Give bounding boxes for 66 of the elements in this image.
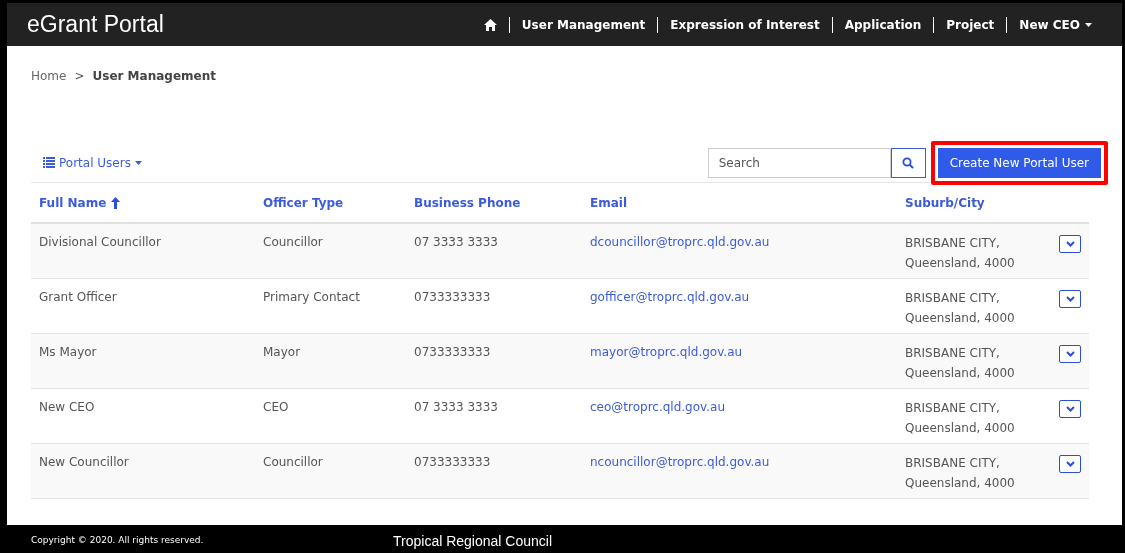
breadcrumb-link[interactable]: Home xyxy=(31,67,67,85)
table-cell: 07 3333 3333 xyxy=(414,235,498,249)
table-cell-text: BRISBANE CITY, xyxy=(905,290,1001,307)
row-actions-button[interactable] xyxy=(1059,455,1081,473)
nav-link[interactable]: Expression of Interest xyxy=(670,15,820,34)
copyright-text: Copyright © 2020. All rights reserved. xyxy=(31,533,205,547)
search-field[interactable]: Search xyxy=(707,147,891,178)
table-cell-text: Queensland, 4000 xyxy=(905,420,1016,437)
table-cell: 0733333333 xyxy=(414,455,491,469)
nav-link[interactable]: User Management xyxy=(521,15,646,34)
search-button[interactable] xyxy=(890,147,926,178)
list-icon xyxy=(43,157,55,168)
row-actions-button[interactable] xyxy=(1059,290,1081,308)
table-cell: Grant Officer xyxy=(39,290,117,304)
table-cell: CEO xyxy=(263,400,289,414)
email-link[interactable]: dcouncillor@troprc.qld.gov.au xyxy=(590,235,770,249)
table-cell: 0733333333 xyxy=(414,290,491,304)
chevron-down-icon xyxy=(1065,406,1075,412)
nav-link[interactable]: Application xyxy=(844,15,922,34)
breadcrumb-separator: > xyxy=(74,68,85,85)
table-cell: New Councillor xyxy=(39,455,129,469)
table-cell: Councillor xyxy=(263,455,323,469)
column-header[interactable]: Suburb/City xyxy=(905,193,985,212)
row-actions-button[interactable] xyxy=(1059,345,1081,363)
table-cell: 0733333333 xyxy=(414,345,491,359)
table-cell-text: BRISBANE CITY, xyxy=(905,455,1001,472)
user-menu[interactable]: New CEO xyxy=(1019,15,1092,34)
row-actions-button[interactable] xyxy=(1059,400,1081,418)
table-cell-text: Queensland, 4000 xyxy=(905,365,1016,382)
chevron-down-icon xyxy=(1065,296,1075,302)
home-link[interactable] xyxy=(483,18,497,31)
caret-icon xyxy=(134,160,142,165)
table-cell-text: Queensland, 4000 xyxy=(905,255,1016,272)
email-link[interactable]: ncouncillor@troprc.qld.gov.au xyxy=(590,455,770,469)
home-icon xyxy=(483,18,497,31)
email-link[interactable]: ceo@troprc.qld.gov.au xyxy=(590,400,726,414)
table-cell: Primary Contact xyxy=(263,290,360,304)
nav-link[interactable]: Project xyxy=(946,15,995,34)
council-name: Tropical Regional Council xyxy=(393,532,552,551)
column-header[interactable]: Officer Type xyxy=(263,193,344,212)
column-header[interactable]: Business Phone xyxy=(414,193,521,212)
table-cell-text: BRISBANE CITY, xyxy=(905,235,1001,252)
email-link[interactable]: gofficer@troprc.qld.gov.au xyxy=(590,290,750,304)
table-cell: Councillor xyxy=(263,235,323,249)
caret-icon xyxy=(1085,22,1092,27)
table-cell: Mayor xyxy=(263,345,301,359)
chevron-down-icon xyxy=(1065,461,1075,467)
email-link[interactable]: mayor@troprc.qld.gov.au xyxy=(590,345,743,359)
search-icon xyxy=(902,156,915,169)
chevron-down-icon xyxy=(1065,351,1075,357)
table-cell: New CEO xyxy=(39,400,95,414)
table-cell-text: BRISBANE CITY, xyxy=(905,345,1001,362)
table-cell: Divisional Councillor xyxy=(39,235,161,249)
chevron-down-icon xyxy=(1065,241,1075,247)
column-header[interactable]: Email xyxy=(590,193,628,212)
view-menu-dropdown[interactable]: Portal Users xyxy=(43,153,142,172)
column-header[interactable]: Full Name xyxy=(39,193,107,212)
row-actions-button[interactable] xyxy=(1059,235,1081,253)
table-cell-text: BRISBANE CITY, xyxy=(905,400,1001,417)
table-cell-text: Queensland, 4000 xyxy=(905,475,1016,492)
breadcrumb-current: User Management xyxy=(92,68,216,85)
brand-title[interactable]: eGrant Portal xyxy=(27,7,164,42)
table-cell: Ms Mayor xyxy=(39,345,97,359)
table-cell-text: Queensland, 4000 xyxy=(905,310,1016,327)
create-portal-user-button[interactable]: Create New Portal User xyxy=(937,147,1101,178)
table-cell: 07 3333 3333 xyxy=(414,400,498,414)
